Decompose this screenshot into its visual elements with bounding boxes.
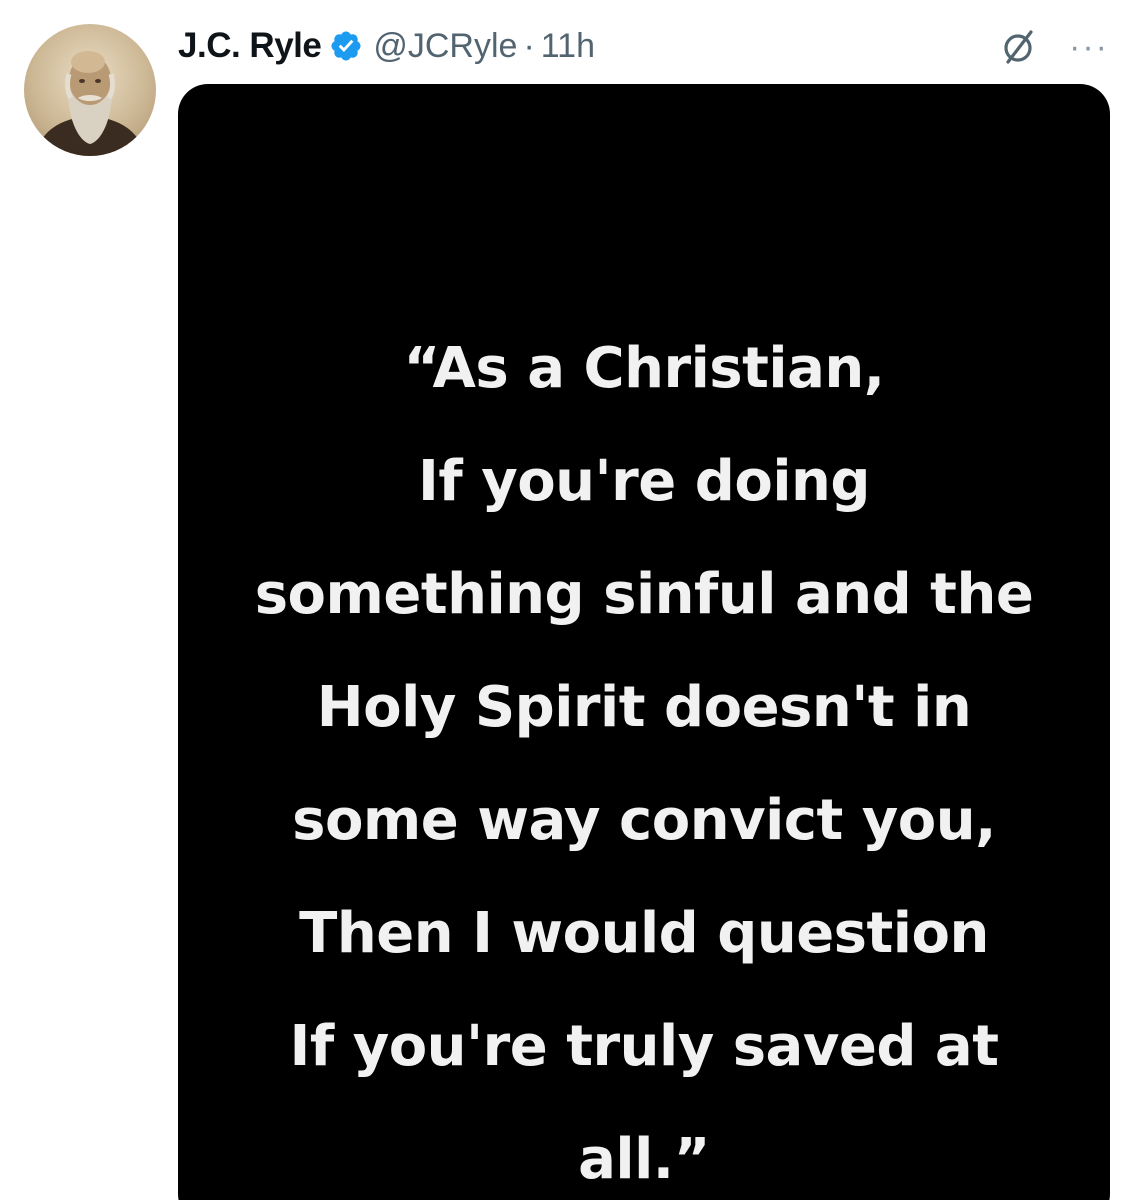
quote-line: something sinful and the [254,562,1034,627]
quote-line: “As a Christian, [403,336,885,401]
quote-line: all.” [578,1127,710,1192]
display-name[interactable]: J.C. Ryle [178,26,322,66]
quote-line: some way convict you, [292,788,996,853]
quote-line: Holy Spirit doesn't in [316,675,972,740]
handle[interactable]: @JCRyle [373,27,517,66]
tweet-header: J.C. Ryle @JCRyle · 11h [178,20,595,72]
timestamp[interactable]: 11h [541,27,595,66]
avatar-portrait-image [34,51,146,156]
tweet-media-image[interactable]: “As a Christian, If you're doing somethi… [178,84,1110,1200]
quote-text: “As a Christian, If you're doing somethi… [178,312,1110,1200]
avatar[interactable] [24,24,156,156]
quote-line: Then I would question [299,901,989,966]
grok-icon[interactable] [997,26,1039,68]
tweet-actions-top: ··· [997,26,1109,68]
tweet: J.C. Ryle @JCRyle · 11h ··· “As a Christ… [0,0,1135,1200]
more-options-icon[interactable]: ··· [1069,30,1109,64]
separator-dot: · [523,26,535,65]
quote-line: If you're truly saved at [289,1014,999,1079]
verified-badge-icon [329,29,363,63]
quote-line: If you're doing [418,449,870,514]
